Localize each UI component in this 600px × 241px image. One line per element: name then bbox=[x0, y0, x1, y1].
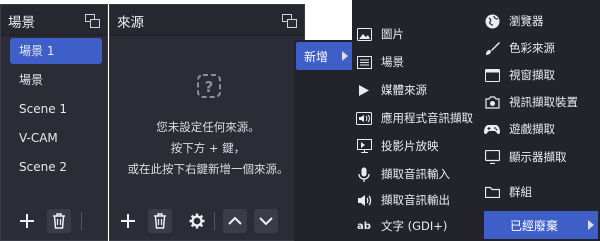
add-audio-input-capture[interactable]: 擷取音訊輸入 bbox=[356, 161, 478, 187]
menu-item-label: 投影片放映 bbox=[381, 139, 439, 153]
menu-item-label: 場景 bbox=[381, 55, 404, 69]
menu-item-label: 應用程式音訊擷取 bbox=[381, 111, 473, 125]
move-source-down-button[interactable] bbox=[254, 209, 278, 233]
submenu-arrow-icon bbox=[342, 51, 348, 61]
submenu-arrow-icon bbox=[588, 220, 594, 230]
slideshow-icon bbox=[356, 138, 372, 154]
menu-item-deprecated[interactable]: 已經廢棄 bbox=[484, 211, 598, 239]
scene-item[interactable]: V-CAM bbox=[10, 125, 102, 151]
globe-icon bbox=[484, 13, 500, 29]
scene-item-label: 場景 1 bbox=[19, 44, 55, 58]
add-source-submenu: 圖片 場景 媒體來源 應用程式音訊擷取 投影片放映 擷取音訊輸入 擷取音訊輸出 … bbox=[352, 0, 600, 241]
scenes-dock-header: 場景 bbox=[1, 5, 107, 36]
menu-item-label: 已經廢棄 bbox=[510, 219, 559, 233]
remove-source-button[interactable] bbox=[148, 209, 172, 233]
text-icon: ab bbox=[357, 220, 371, 232]
scene-item-label: Scene 1 bbox=[19, 102, 68, 116]
plus-icon bbox=[121, 214, 135, 228]
empty-sources-line: 按下方 + 鍵， bbox=[170, 141, 246, 155]
window-icon bbox=[484, 67, 500, 83]
toolbar-divider bbox=[214, 212, 215, 230]
add-source-button[interactable] bbox=[116, 209, 140, 233]
add-text-gdi[interactable]: ab 文字 (GDI+) bbox=[356, 213, 478, 239]
speaker-icon bbox=[356, 110, 372, 126]
scenes-dock: 場景 場景 1 場景 Scene 1 V-CAM Scene 2 bbox=[0, 4, 108, 241]
add-browser-source[interactable]: 瀏覽器 bbox=[484, 8, 596, 34]
add-scene-button[interactable] bbox=[15, 209, 39, 233]
menu-item-add[interactable]: 新增 bbox=[296, 42, 354, 70]
brush-icon bbox=[484, 40, 500, 56]
svg-text:?: ? bbox=[205, 78, 214, 96]
add-media-source[interactable]: 媒體來源 bbox=[356, 77, 478, 103]
scene-item-label: V-CAM bbox=[19, 131, 58, 145]
camera-icon bbox=[484, 94, 500, 110]
sources-dock-header: 來源 bbox=[110, 5, 304, 36]
add-scene-source[interactable]: 場景 bbox=[356, 49, 478, 75]
gear-icon bbox=[189, 213, 205, 229]
scene-item[interactable]: 場景 1 bbox=[10, 38, 102, 64]
chevron-down-icon bbox=[259, 217, 273, 226]
add-audio-output-capture[interactable]: 擷取音訊輸出 bbox=[356, 187, 478, 213]
toolbar-divider bbox=[81, 212, 82, 230]
menu-item-label: 群組 bbox=[509, 185, 532, 199]
trash-icon bbox=[53, 213, 65, 229]
speaker-icon bbox=[356, 192, 372, 208]
plus-icon bbox=[20, 214, 34, 228]
gamepad-icon bbox=[484, 121, 500, 137]
menu-item-label: 瀏覽器 bbox=[509, 14, 544, 28]
chevron-up-icon bbox=[228, 216, 242, 225]
empty-sources-line: 您未設定任何來源。 bbox=[156, 120, 260, 134]
add-display-capture[interactable]: 顯示器擷取 bbox=[484, 144, 596, 170]
menu-item-label: 擷取音訊輸入 bbox=[381, 167, 450, 181]
remove-scene-button[interactable] bbox=[47, 209, 71, 233]
folder-icon bbox=[484, 184, 500, 200]
image-icon bbox=[356, 26, 372, 42]
microphone-icon bbox=[356, 166, 372, 182]
add-group[interactable]: 群組 bbox=[484, 179, 596, 205]
menu-item-label: 媒體來源 bbox=[381, 83, 427, 97]
add-color-source[interactable]: 色彩來源 bbox=[484, 35, 596, 61]
move-source-up-button[interactable] bbox=[223, 209, 247, 233]
add-image-source[interactable]: 圖片 bbox=[356, 21, 478, 47]
add-video-capture-device[interactable]: 視訊擷取裝置 bbox=[484, 89, 596, 115]
scene-item[interactable]: 場景 bbox=[10, 67, 102, 93]
scene-item-label: Scene 2 bbox=[19, 160, 68, 174]
play-icon bbox=[356, 82, 372, 98]
menu-item-label: 顯示器擷取 bbox=[509, 150, 567, 164]
empty-sources-line: 或在此按下右鍵新增一個來源。 bbox=[127, 162, 289, 176]
list-icon bbox=[356, 54, 372, 70]
scene-item-label: 場景 bbox=[19, 73, 44, 87]
sources-dock-title: 來源 bbox=[117, 15, 144, 31]
menu-item-label: 擷取音訊輸出 bbox=[381, 193, 450, 207]
menu-item-label: 文字 (GDI+) bbox=[381, 219, 448, 233]
monitor-icon bbox=[484, 149, 500, 165]
source-properties-button[interactable] bbox=[185, 209, 209, 233]
undock-icon[interactable] bbox=[282, 13, 297, 28]
add-game-capture[interactable]: 遊戲擷取 bbox=[484, 116, 596, 142]
scene-item[interactable]: Scene 2 bbox=[10, 154, 102, 180]
sources-dock: 來源 ? 您未設定任何來源。 按下方 + 鍵， 或在此按下右鍵新增一個來源。 bbox=[109, 4, 305, 241]
scenes-dock-title: 場景 bbox=[8, 15, 35, 31]
add-slideshow[interactable]: 投影片放映 bbox=[356, 133, 478, 159]
add-window-capture[interactable]: 視窗擷取 bbox=[484, 62, 596, 88]
scene-item[interactable]: Scene 1 bbox=[10, 96, 102, 122]
menu-item-add-label: 新增 bbox=[304, 50, 329, 64]
menu-item-label: 遊戲擷取 bbox=[509, 122, 555, 136]
menu-item-label: 視窗擷取 bbox=[509, 68, 555, 82]
menu-item-label: 視訊擷取裝置 bbox=[509, 95, 578, 109]
source-context-menu: 新增 bbox=[294, 40, 354, 241]
unknown-source-icon: ? bbox=[196, 73, 222, 99]
add-app-audio-capture[interactable]: 應用程式音訊擷取 bbox=[356, 105, 478, 131]
trash-icon bbox=[154, 213, 166, 229]
menu-item-label: 色彩來源 bbox=[509, 41, 555, 55]
menu-item-label: 圖片 bbox=[381, 27, 404, 41]
undock-icon[interactable] bbox=[85, 13, 100, 28]
